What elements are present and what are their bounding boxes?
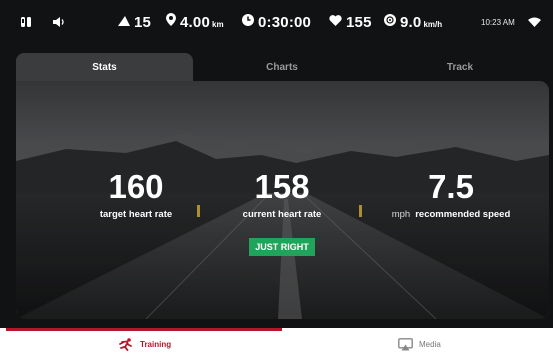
speed-readout: 9.0 km/h [384,12,442,32]
bottom-nav: Training Media [0,328,553,354]
location-pin-icon [166,13,176,31]
speedometer-icon [384,13,396,31]
distance-readout: 4.00 km [166,12,224,32]
target-heart-rate-value: 160 [108,168,164,205]
airplay-icon [398,337,413,350]
status-bar: 15 4.00 km 0:30:00 155 9.0 km/h 10:23 AM [0,0,553,44]
elapsed-readout: 0:30:00 [242,12,311,32]
speed-value: 9.0 [400,13,422,31]
tab-bar: Stats Charts Track [16,53,549,81]
tab-charts[interactable]: Charts [193,53,371,81]
recommended-speed-metric: 7.5 mph recommended speed [376,168,526,221]
heart-rate-value: 155 [346,13,372,31]
clock-time: 10:23 AM [481,17,515,27]
runner-icon [119,337,132,351]
incline-value: 15 [134,13,152,31]
nav-training-label: Training [140,339,172,349]
recommended-speed-value: 7.5 [428,168,474,205]
tab-track[interactable]: Track [371,53,549,81]
current-heart-rate-metric: 158 current heart rate [217,168,347,221]
distance-value: 4.00 [180,13,210,31]
incline-icon [118,13,130,31]
treadmill-icon [20,12,32,32]
current-heart-rate-label: current heart rate [242,209,322,220]
volume-icon[interactable] [52,12,66,32]
heart-icon [329,13,342,31]
heart-rate-readout: 155 [329,12,372,32]
incline-readout: 15 [118,12,151,32]
recommended-speed-label-row: mph recommended speed [376,209,526,220]
speed-unit: km/h [423,19,443,29]
nav-media[interactable]: Media [398,337,441,351]
elapsed-value: 0:30:00 [258,13,312,31]
target-heart-rate-metric: 160 target heart rate [71,168,201,221]
tab-stats[interactable]: Stats [16,53,193,81]
stats-panel: 160 target heart rate 158 current heart … [16,81,549,319]
speed-unit-label: mph [391,209,411,220]
current-heart-rate-value: 158 [254,168,310,205]
clock-icon [242,13,254,31]
distance-unit: km [212,19,224,29]
target-heart-rate-label: target heart rate [99,209,173,220]
status-badge: JUST RIGHT [249,238,315,256]
clock-readout: 10:23 AM [481,12,515,32]
active-tab-indicator [6,328,282,331]
recommended-speed-label: recommended speed [415,209,511,220]
nav-media-label: Media [419,339,441,349]
app-window: 15 4.00 km 0:30:00 155 9.0 km/h 10:23 AM… [0,0,553,332]
nav-training[interactable]: Training [118,337,171,351]
wifi-icon [528,12,541,32]
